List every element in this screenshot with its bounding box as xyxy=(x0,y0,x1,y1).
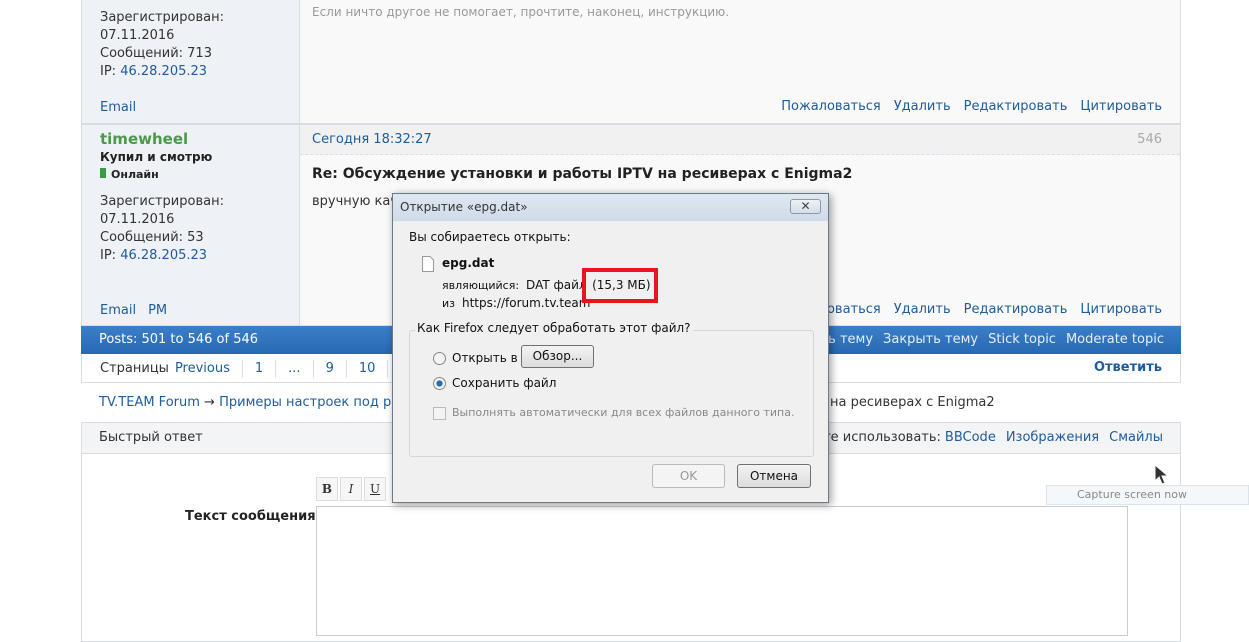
post-number: 546 xyxy=(1137,132,1162,147)
registered-label: Зарегистрирован: xyxy=(100,10,224,25)
online-status: Онлайн xyxy=(111,168,159,181)
quote-link[interactable]: Цитировать xyxy=(1080,99,1162,114)
posts-count: Posts: 501 to 546 of 546 xyxy=(99,332,259,347)
page-1[interactable]: 1 xyxy=(243,359,277,378)
open-file-dialog: Открытие «epg.dat» ✕ Вы собираетесь откр… xyxy=(392,193,829,503)
quote-link[interactable]: Цитировать xyxy=(1080,302,1162,317)
cancel-button[interactable]: Отмена xyxy=(737,464,811,488)
post-title: Re: Обсуждение установки и работы IPTV н… xyxy=(312,166,853,182)
action-question: Как Firefox следует обработать этот файл… xyxy=(415,321,693,335)
pages-label: Страницы xyxy=(100,360,169,376)
open-with-label[interactable]: Открыть в xyxy=(452,351,518,365)
pm-link[interactable]: PM xyxy=(148,302,167,320)
from-label: из xyxy=(442,297,455,310)
delete-link[interactable]: Удалить xyxy=(894,99,951,114)
breadcrumb: TV.TEAM Forum → Примеры настроек под р… xyxy=(99,395,404,410)
save-file-label[interactable]: Сохранить файл xyxy=(452,376,556,390)
online-indicator-icon xyxy=(100,168,106,178)
auto-checkbox[interactable] xyxy=(433,407,446,420)
breadcrumb-root[interactable]: TV.TEAM Forum xyxy=(99,395,200,410)
signature: Если ничто другое не помогает, прочтите,… xyxy=(312,5,730,19)
delete-link[interactable]: Удалить xyxy=(894,302,951,317)
username[interactable]: timewheel xyxy=(100,130,224,148)
page-10[interactable]: 10 xyxy=(347,359,389,378)
user-rank: Купил и смотрю xyxy=(100,150,213,164)
breadcrumb-section[interactable]: Примеры настроек под р… xyxy=(219,395,404,410)
auto-label: Выполнять автоматически для всех файлов … xyxy=(452,406,795,419)
images-link[interactable]: Изображения xyxy=(1006,423,1099,453)
message-count: Сообщений: 53 xyxy=(100,230,204,245)
file-icon xyxy=(422,256,434,272)
report-link[interactable]: Пожаловаться xyxy=(781,99,881,114)
underline-button[interactable]: U xyxy=(364,477,386,501)
email-link[interactable]: Email xyxy=(100,99,136,117)
edit-link[interactable]: Редактировать xyxy=(964,99,1068,114)
open-with-radio[interactable] xyxy=(433,352,446,365)
message-count: Сообщений: 713 xyxy=(100,46,212,61)
post-date[interactable]: Сегодня 18:32:27 xyxy=(312,132,432,147)
cursor-icon xyxy=(1154,463,1170,485)
file-type: DAT файл xyxy=(526,278,587,292)
close-topic-link[interactable]: Закрыть тему xyxy=(883,326,978,354)
page-9[interactable]: 9 xyxy=(314,359,347,378)
dialog-titlebar: Открытие «epg.dat» ✕ xyxy=(393,194,828,221)
email-link[interactable]: Email xyxy=(100,302,136,320)
breadcrumb-arrow: → xyxy=(204,395,215,410)
registered-date: 07.11.2016 xyxy=(100,28,175,43)
ip-link[interactable]: 46.28.205.23 xyxy=(120,248,207,263)
reply-link[interactable]: Ответить xyxy=(1094,360,1162,375)
message-label: Текст сообщения xyxy=(185,509,316,524)
italic-button[interactable]: I xyxy=(340,477,362,501)
file-name: epg.dat xyxy=(442,256,495,270)
smilies-link[interactable]: Смайлы xyxy=(1109,423,1163,453)
browse-button[interactable]: Обзор... xyxy=(521,345,594,368)
ip-label: IP: xyxy=(100,64,117,79)
highlight-box xyxy=(582,268,658,303)
post-body: вручную кач xyxy=(312,194,399,209)
capture-tooltip: Capture screen now xyxy=(1046,485,1249,505)
file-source: https://forum.tv.team xyxy=(462,296,591,310)
page-previous[interactable]: Previous xyxy=(175,359,243,378)
post-1: Зарегистрирован: 07.11.2016 Сообщений: 7… xyxy=(81,0,1181,124)
moderate-topic-link[interactable]: Moderate topic xyxy=(1066,326,1164,354)
bbcode-link[interactable]: BBCode xyxy=(945,423,996,453)
ok-button[interactable]: OK xyxy=(652,464,725,488)
breadcrumb-topic: на ресиверах с Enigma2 xyxy=(830,395,995,410)
post-1-author: Зарегистрирован: 07.11.2016 Сообщений: 7… xyxy=(82,0,300,123)
ip-link[interactable]: 46.28.205.23 xyxy=(120,64,207,79)
action-group xyxy=(409,330,814,457)
stick-topic-link[interactable]: Stick topic xyxy=(988,326,1056,354)
ip-label: IP: xyxy=(100,248,117,263)
registered-label: Зарегистрирован: xyxy=(100,194,224,209)
dialog-title: Открытие «epg.dat» xyxy=(400,200,528,214)
bold-button[interactable]: B xyxy=(316,477,338,501)
edit-link[interactable]: Редактировать xyxy=(964,302,1068,317)
type-label: являющийся: xyxy=(442,279,520,292)
message-textarea[interactable] xyxy=(316,506,1128,636)
page-ellipsis: ... xyxy=(276,359,314,378)
close-icon[interactable]: ✕ xyxy=(790,199,821,214)
dialog-intro: Вы собираетесь открыть: xyxy=(409,230,571,244)
registered-date: 07.11.2016 xyxy=(100,212,175,227)
quick-reply-title: Быстрый ответ xyxy=(99,430,203,445)
save-file-radio[interactable] xyxy=(433,377,446,390)
